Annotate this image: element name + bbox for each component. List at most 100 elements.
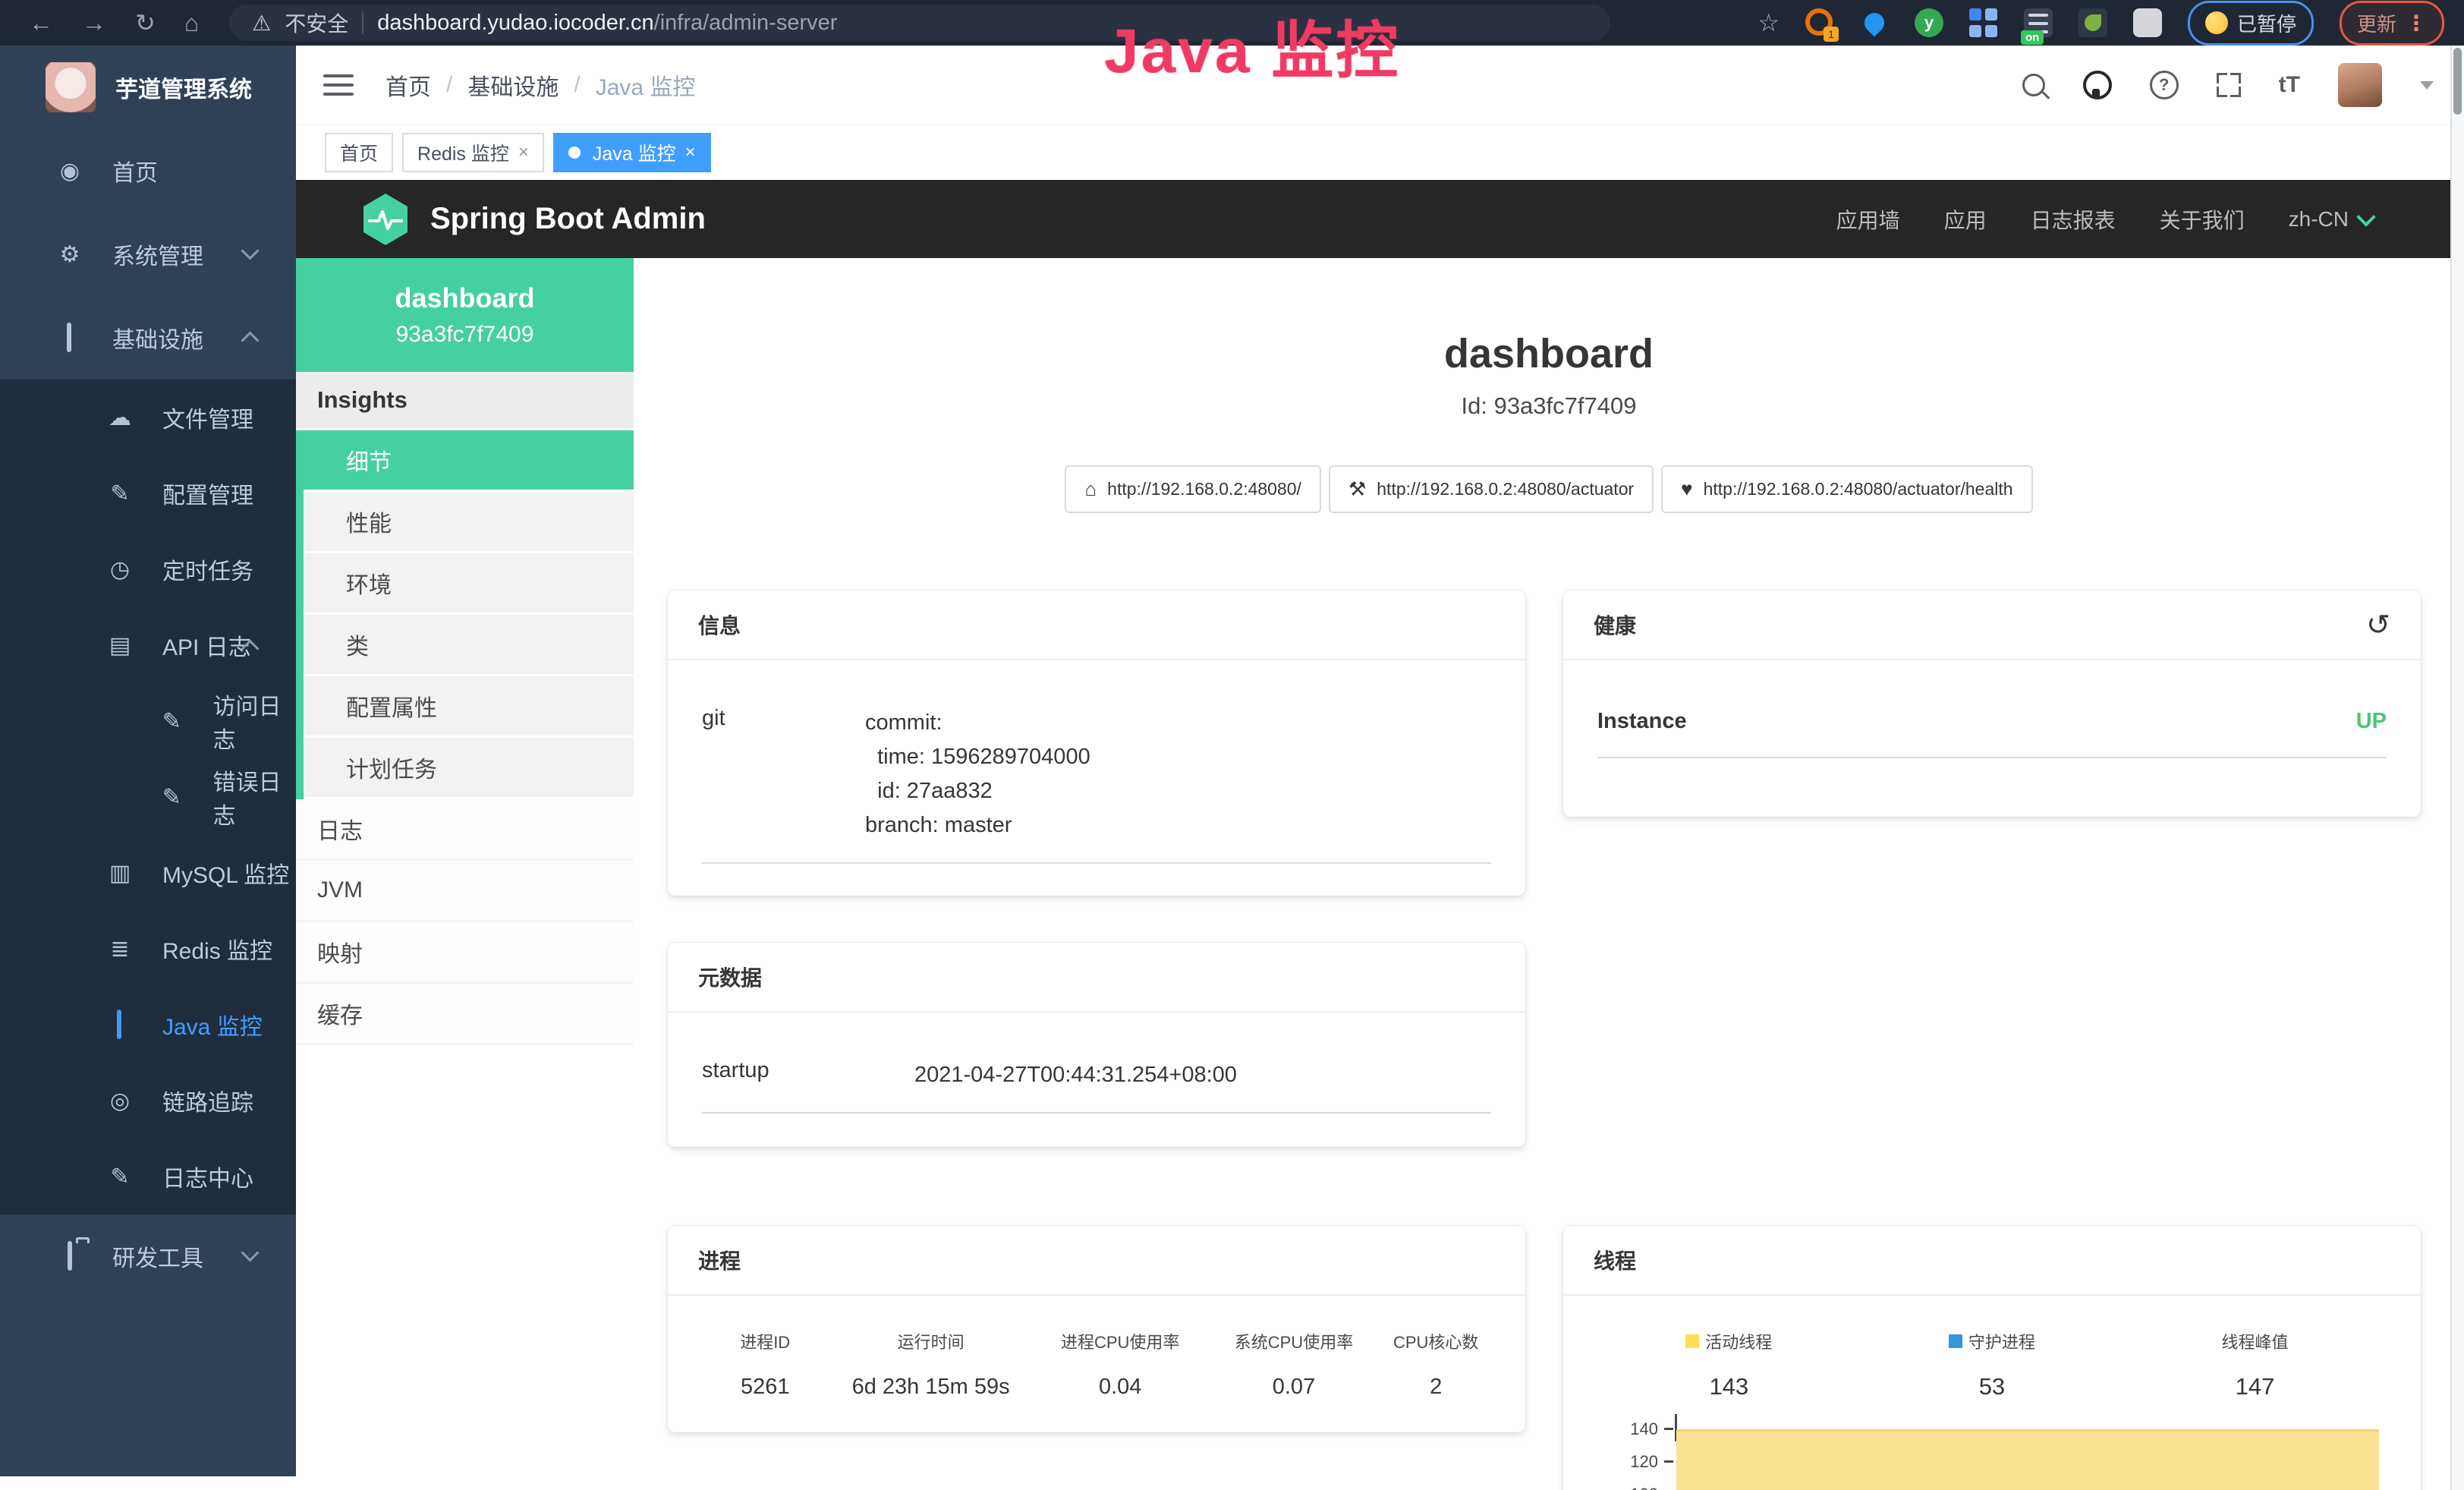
extensions-puzzle-icon[interactable] (2133, 8, 2162, 37)
breadcrumb-infra[interactable]: 基础设施 (467, 68, 559, 102)
status-badge: UP (2356, 709, 2387, 734)
endpoint-actuator-button[interactable]: ⚒ http://192.168.0.2:48080/actuator (1329, 465, 1654, 513)
extension-icon[interactable] (1860, 8, 1889, 37)
endpoint-home-button[interactable]: ⌂ http://192.168.0.2:48080/ (1065, 465, 1321, 513)
history-icon[interactable]: ↺ (2366, 608, 2390, 642)
extension-icon[interactable]: 1 (1805, 8, 1834, 37)
chevron-down-icon (241, 241, 259, 260)
font-size-icon[interactable]: tT (2279, 72, 2300, 98)
extension-icon[interactable]: on (2024, 8, 2053, 37)
info-git-row: git commit: time: 1596289704000 id: 27aa… (702, 683, 1491, 864)
paused-label: 已暂停 (2237, 9, 2296, 37)
sidebar-item-log-center[interactable]: ✎ 日志中心 (0, 1139, 296, 1214)
heart-icon: ♥ (1681, 477, 1692, 501)
sba-nav-journal[interactable]: 日志报表 (2031, 204, 2116, 235)
scrollbar-thumb[interactable] (2453, 48, 2462, 115)
sidebar-item-redis-monitor[interactable]: ≣ Redis 监控 (0, 911, 296, 987)
endpoint-health-button[interactable]: ♥ http://192.168.0.2:48080/actuator/heal… (1661, 465, 2032, 513)
sidebar-item-file-manage[interactable]: ☁ 文件管理 (0, 380, 296, 455)
sidebar-item-home[interactable]: ◉ 首页 (0, 129, 296, 213)
sba-item-metrics[interactable]: 性能 (304, 492, 634, 553)
sba-item-caches[interactable]: 缓存 (296, 984, 634, 1045)
sba-item-config-props[interactable]: 配置属性 (304, 676, 634, 738)
close-icon[interactable]: × (518, 142, 529, 163)
back-icon[interactable]: ← (29, 0, 53, 46)
sidebar-item-label: 研发工具 (112, 1240, 203, 1273)
page-subtitle: Id: 93a3fc7f7409 (634, 392, 2464, 420)
page-scrollbar[interactable] (2450, 46, 2464, 1490)
sba-hexagon-logo (360, 192, 411, 247)
reload-icon[interactable]: ↻ (135, 0, 156, 46)
briefcase-icon (55, 1243, 85, 1269)
sba-item-environment[interactable]: 环境 (304, 553, 634, 615)
sidebar-item-mysql-monitor[interactable]: ▥ MySQL 监控 (0, 835, 296, 911)
user-avatar[interactable] (2338, 63, 2382, 107)
sidebar-item-scheduled-tasks[interactable]: ◷ 定时任务 (0, 531, 296, 607)
process-card-title: 进程 (668, 1226, 1525, 1296)
tab-redis-monitor[interactable]: Redis 监控 × (402, 133, 544, 172)
update-label: 更新 (2357, 9, 2396, 37)
fullscreen-icon[interactable] (2217, 73, 2241, 97)
close-icon[interactable]: × (685, 142, 696, 163)
tab-paused-badge[interactable]: 已暂停 (2188, 1, 2314, 46)
threads-card-title: 线程 (1563, 1226, 2421, 1296)
browser-update-button[interactable]: 更新 ⋮ (2340, 1, 2444, 46)
sba-instance-header[interactable]: dashboard 93a3fc7f7409 (296, 258, 634, 372)
legend-swatch-daemon (1949, 1334, 1962, 1348)
eye-icon: ◎ (105, 1088, 135, 1114)
process-col-value: 2 (1380, 1375, 1491, 1400)
sba-item-details[interactable]: 细节 (304, 430, 634, 492)
avatar-dropdown-caret-icon[interactable] (2420, 81, 2434, 90)
browser-menu-icon[interactable]: ⋮ (2406, 11, 2427, 36)
sidebar-item-dev-tools[interactable]: 研发工具 (0, 1214, 296, 1298)
github-icon[interactable] (2083, 71, 2112, 99)
tab-java-monitor[interactable]: Java 监控 × (553, 133, 711, 172)
sba-item-logs[interactable]: 日志 (296, 799, 634, 861)
sidebar-item-tracing[interactable]: ◎ 链路追踪 (0, 1063, 296, 1139)
breadcrumb-home[interactable]: 首页 (385, 68, 431, 102)
sidebar-item-label: 首页 (112, 154, 158, 187)
sba-nav-wallboard[interactable]: 应用墙 (1836, 204, 1900, 235)
sba-item-jvm[interactable]: JVM (296, 861, 634, 922)
sidebar-item-config-manage[interactable]: ✎ 配置管理 (0, 455, 296, 531)
sidebar-item-access-log[interactable]: ✎ 访问日志 (0, 683, 296, 759)
sidebar-item-java-monitor[interactable]: Java 监控 (0, 987, 296, 1063)
sba-nav-about[interactable]: 关于我们 (2160, 204, 2245, 235)
sidebar-item-system[interactable]: ⚙ 系统管理 (0, 213, 296, 296)
sidebar-item-error-log[interactable]: ✎ 错误日志 (0, 759, 296, 835)
endpoint-url: http://192.168.0.2:48080/ (1107, 479, 1301, 499)
sidebar-item-api-log[interactable]: ▤ API 日志 (0, 607, 296, 683)
app-logo-row[interactable]: 芋道管理系统 (0, 46, 296, 129)
extension-icon[interactable] (2079, 8, 2107, 37)
sba-item-scheduled[interactable]: 计划任务 (304, 738, 634, 799)
browser-home-icon[interactable]: ⌂ (184, 0, 199, 46)
tab-home[interactable]: 首页 (325, 133, 393, 172)
process-col-value: 6d 23h 15m 59s (828, 1375, 1033, 1400)
sidebar-item-label: API 日志 (162, 628, 251, 662)
address-bar[interactable]: ⚠ 不安全 dashboard.yudao.iocoder.cn/infra/a… (229, 5, 1610, 41)
sba-brand[interactable]: Spring Boot Admin (360, 192, 706, 247)
sba-item-classes[interactable]: 类 (304, 615, 634, 676)
sba-main-content: dashboard Id: 93a3fc7f7409 ⌂ http://192.… (634, 258, 2464, 1490)
sba-item-mappings[interactable]: 映射 (296, 922, 634, 984)
extension-icon[interactable]: y (1915, 8, 1943, 37)
sidebar-collapse-icon[interactable] (323, 68, 354, 102)
tags-view-bar: 首页 Redis 监控 × Java 监控 × (296, 125, 2464, 180)
bookmark-star-icon[interactable]: ☆ (1758, 8, 1780, 37)
timer-icon: ◷ (105, 556, 135, 583)
extension-icon[interactable] (1969, 8, 1998, 37)
page-title: dashboard (634, 330, 2464, 377)
threads-daemon-label: 守护进程 (1861, 1329, 2124, 1353)
info-key: git (702, 706, 865, 843)
metadata-card-title: 元数据 (668, 943, 1525, 1013)
sba-nav-applications[interactable]: 应用 (1944, 204, 1987, 235)
sba-root-items: 日志 JVM 映射 缓存 (296, 799, 634, 1045)
search-icon[interactable] (2022, 74, 2045, 96)
forward-icon[interactable]: → (82, 0, 106, 46)
not-secure-warning-icon[interactable]: ⚠ (252, 11, 271, 36)
help-icon[interactable]: ? (2150, 71, 2179, 99)
sba-locale-select[interactable]: zh-CN (2289, 207, 2373, 232)
edit-doc-icon: ✎ (158, 708, 186, 735)
process-col-header: CPU核心数 (1380, 1329, 1491, 1353)
sidebar-item-infra[interactable]: 基础设施 (0, 296, 296, 380)
